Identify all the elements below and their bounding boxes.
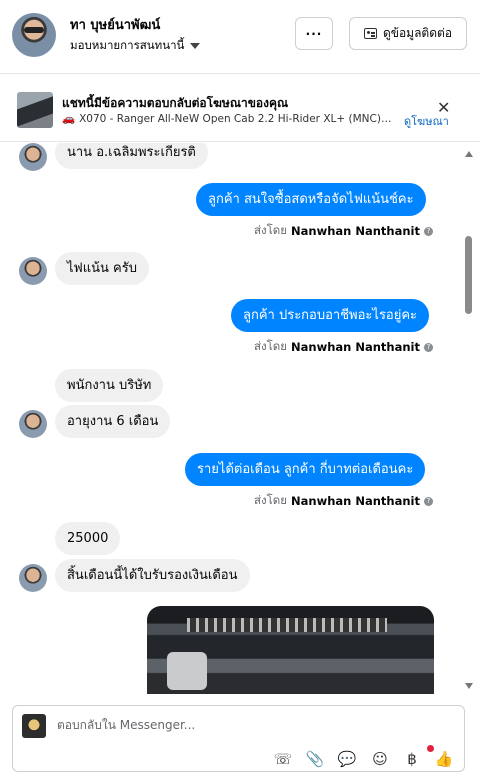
- reply-composer: ☏ 📎 💬 ☺ ฿ 👍: [12, 705, 465, 772]
- notification-dot: [427, 745, 434, 752]
- ad-description: 🚗 X070 - Ranger All-NeW Open Cab 2.2 Hi-R…: [62, 112, 394, 125]
- view-contact-label: ดูข้อมูลติดต่อ: [382, 26, 453, 40]
- sent-by-label: ส่งโดย Nanwhan Nanthanit ?: [254, 222, 433, 240]
- outgoing-message[interactable]: ลูกค้า ประกอบอาชีพอะไรอยู่คะ: [231, 299, 430, 332]
- attachment-icon[interactable]: 📎: [305, 749, 325, 769]
- view-ad-link[interactable]: ดูโฆษณา: [404, 112, 449, 130]
- sender-name: Nanwhan Nanthanit: [291, 494, 420, 508]
- sent-by-prefix: ส่งโดย: [253, 223, 288, 237]
- sent-by-prefix: ส่งโดย: [253, 339, 288, 353]
- incoming-message[interactable]: นาน อ.เฉลิมพระเกียรติ: [55, 143, 208, 169]
- reply-input[interactable]: [57, 718, 437, 732]
- scroll-down-arrow-icon[interactable]: [465, 683, 473, 689]
- message-list[interactable]: นาน อ.เฉลิมพระเกียรติ ลูกค้า สนใจซื้อสดห…: [0, 143, 480, 694]
- car-engine-photo[interactable]: [147, 606, 434, 694]
- more-options-button[interactable]: ···: [295, 17, 333, 50]
- info-icon[interactable]: ?: [424, 496, 433, 506]
- baht-payment-icon[interactable]: ฿: [402, 749, 422, 769]
- assign-label: มอบหมายการสนทนานี้: [70, 38, 185, 52]
- ad-thumbnail: [17, 92, 53, 128]
- info-icon[interactable]: ?: [424, 226, 433, 236]
- contact-card-icon: [363, 28, 377, 39]
- incoming-message[interactable]: พนักงาน บริษัท: [55, 369, 164, 402]
- sender-name: Nanwhan Nanthanit: [291, 224, 420, 238]
- sent-by-label: ส่งโดย Nanwhan Nanthanit ?: [254, 338, 433, 356]
- contact-avatar-small: [19, 564, 47, 592]
- scroll-up-arrow-icon[interactable]: [465, 151, 473, 157]
- assign-conversation-dropdown[interactable]: มอบหมายการสนทนานี้: [70, 37, 201, 55]
- incoming-message[interactable]: อายุงาน 6 เดือน: [55, 405, 171, 438]
- car-icon: 🚗: [62, 113, 76, 125]
- conversation-header: ทา บุษย์นาพัฒน์ มอบหมายการสนทนานี้ ··· ด…: [0, 0, 480, 74]
- chat-bubble-icon[interactable]: 💬: [337, 749, 357, 769]
- sent-by-label: ส่งโดย Nanwhan Nanthanit ?: [254, 492, 433, 510]
- sent-by-prefix: ส่งโดย: [253, 493, 288, 507]
- incoming-message[interactable]: สิ้นเดือนนี้ได้ใบรับรองเงินเดือน: [55, 559, 250, 592]
- contact-avatar-small: [19, 410, 47, 438]
- contact-name[interactable]: ทา บุษย์นาพัฒน์: [70, 14, 160, 35]
- caret-down-icon: [190, 43, 201, 49]
- sender-name: Nanwhan Nanthanit: [291, 340, 420, 354]
- scrollbar-thumb[interactable]: [465, 236, 472, 314]
- page-avatar: [22, 714, 46, 738]
- view-contact-button[interactable]: ดูข้อมูลติดต่อ: [349, 17, 467, 50]
- ad-description-text: X070 - Ranger All-NeW Open Cab 2.2 Hi-Ri…: [79, 113, 394, 125]
- thumbs-up-icon[interactable]: 👍: [434, 749, 454, 769]
- outgoing-message[interactable]: รายได้ต่อเดือน ลูกค้า กี่บาทต่อเดือนคะ: [185, 453, 426, 486]
- info-icon[interactable]: ?: [424, 342, 433, 352]
- outgoing-message[interactable]: ลูกค้า สนใจซื้อสดหรือจัดไฟแน้นช์คะ: [196, 183, 426, 216]
- message-scrollbar[interactable]: [462, 143, 476, 694]
- ad-reply-banner: แชทนี้มีข้อความตอบกลับต่อโฆษณาของคุณ 🚗 X0…: [0, 75, 480, 142]
- incoming-message[interactable]: ไฟแน้น ครับ: [55, 252, 149, 285]
- ad-banner-title: แชทนี้มีข้อความตอบกลับต่อโฆษณาของคุณ: [62, 96, 289, 110]
- contact-avatar-small: [19, 257, 47, 285]
- add-contact-icon[interactable]: ☏: [273, 749, 293, 769]
- incoming-message[interactable]: 25000: [55, 522, 121, 555]
- contact-avatar[interactable]: [12, 13, 56, 57]
- contact-avatar-small: [19, 143, 47, 171]
- emoji-icon[interactable]: ☺: [370, 749, 390, 769]
